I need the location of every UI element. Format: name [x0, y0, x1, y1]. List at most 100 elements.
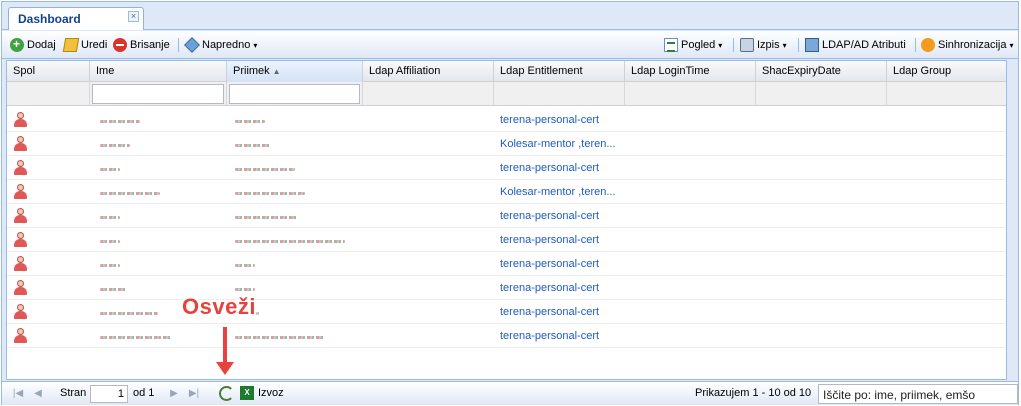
tab-label: Dashboard: [18, 12, 81, 26]
next-page-icon[interactable]: ▶: [168, 388, 180, 400]
redacted-text: [235, 192, 305, 195]
filter-cell: [494, 82, 625, 106]
annotation-label: Osveži: [182, 294, 256, 319]
column-header-ldap-group[interactable]: Ldap Group: [887, 61, 1007, 82]
print-label: Izpis: [757, 39, 780, 51]
ime-filter-input[interactable]: [92, 84, 224, 104]
toolbar-separator: [798, 38, 799, 52]
spol-cell: [7, 180, 90, 203]
chevron-down-icon: ▾: [782, 40, 787, 50]
redacted-text: [100, 264, 120, 267]
edit-button[interactable]: Uredi: [62, 37, 108, 53]
entitlement-cell[interactable]: terena-personal-cert: [494, 324, 625, 347]
printer-icon: [740, 38, 754, 52]
filter-cell: [7, 82, 90, 106]
dashboard-panel: Dashboard × Dodaj Uredi Brisanje Napredn…: [1, 1, 1019, 405]
female-user-icon: [14, 280, 27, 295]
column-header-spol[interactable]: Spol: [7, 61, 90, 82]
column-header-ldap-logintime[interactable]: Ldap LoginTime: [625, 61, 756, 82]
redacted-text: [235, 120, 265, 123]
table-row[interactable]: Kolesar-mentor ,teren...: [7, 132, 1006, 156]
refresh-icon[interactable]: [219, 386, 234, 401]
ldap-icon: [805, 38, 819, 52]
view-button[interactable]: Pogled ▾: [664, 37, 722, 53]
print-button[interactable]: Izpis ▾: [740, 37, 787, 53]
column-header-priimek[interactable]: Priimek ▲: [227, 61, 363, 82]
redacted-text: [235, 144, 271, 147]
entitlement-cell[interactable]: terena-personal-cert: [494, 300, 625, 323]
redacted-text: [100, 312, 158, 315]
close-icon[interactable]: ×: [128, 11, 139, 22]
filter-row: [7, 82, 1006, 106]
column-header-ime[interactable]: Ime: [90, 61, 227, 82]
excel-icon[interactable]: X: [240, 386, 254, 400]
view-label: Pogled: [681, 39, 716, 51]
entitlement-cell[interactable]: terena-personal-cert: [494, 252, 625, 275]
entitlement-cell[interactable]: terena-personal-cert: [494, 228, 625, 251]
advanced-button[interactable]: Napredno ▾: [184, 37, 257, 53]
users-grid: Spol Ime Priimek ▲ Ldap Affiliation Ldap …: [6, 60, 1007, 380]
sync-button[interactable]: Sinhronizacija ▾: [921, 37, 1014, 53]
table-row[interactable]: terena-personal-cert: [7, 324, 1006, 348]
priimek-cell: [227, 156, 363, 179]
redacted-text: [100, 144, 130, 147]
table-row[interactable]: terena-personal-cert: [7, 108, 1006, 132]
ldap-attributes-button[interactable]: LDAP/AD Atributi: [805, 37, 906, 53]
add-button[interactable]: Dodaj: [10, 37, 56, 53]
redacted-text: [235, 168, 295, 171]
paging-status: Prikazujem 1 - 10 od 10: [695, 387, 812, 399]
redacted-text: [235, 240, 345, 243]
redacted-text: [100, 240, 120, 243]
add-label: Dodaj: [27, 39, 56, 51]
entitlement-cell[interactable]: terena-personal-cert: [494, 108, 625, 131]
filter-cell: [625, 82, 756, 106]
female-user-icon: [14, 232, 27, 247]
redacted-text: [100, 120, 140, 123]
grid-header: Spol Ime Priimek ▲ Ldap Affiliation Ldap …: [7, 61, 1006, 82]
redacted-text: [235, 336, 325, 339]
page-number-input[interactable]: 1: [90, 385, 128, 403]
column-header-shac-expiry-date[interactable]: ShacExpiryDate: [756, 61, 887, 82]
entitlement-cell[interactable]: terena-personal-cert: [494, 204, 625, 227]
delete-button[interactable]: Brisanje: [113, 37, 170, 53]
redacted-text: [100, 288, 126, 291]
table-row[interactable]: terena-personal-cert: [7, 300, 1006, 324]
first-page-icon[interactable]: |◀: [12, 388, 24, 400]
view-icon: [664, 38, 678, 52]
column-header-ldap-entitlement[interactable]: Ldap Entitlement: [494, 61, 625, 82]
ime-cell: [90, 108, 227, 131]
filter-cell: [363, 82, 494, 106]
table-row[interactable]: terena-personal-cert: [7, 276, 1006, 300]
export-button[interactable]: Izvoz: [258, 387, 284, 399]
toolbar-separator: [733, 38, 734, 52]
entitlement-cell[interactable]: Kolesar-mentor ,teren...: [494, 180, 625, 203]
column-header-ldap-affiliation[interactable]: Ldap Affiliation: [363, 61, 494, 82]
spol-cell: [7, 324, 90, 347]
ime-cell: [90, 252, 227, 275]
last-page-icon[interactable]: ▶|: [188, 388, 200, 400]
entitlement-cell[interactable]: terena-personal-cert: [494, 156, 625, 179]
prev-page-icon[interactable]: ◀: [32, 388, 44, 400]
table-row[interactable]: Kolesar-mentor ,teren...: [7, 180, 1006, 204]
table-row[interactable]: terena-personal-cert: [7, 156, 1006, 180]
spol-cell: [7, 252, 90, 275]
table-row[interactable]: terena-personal-cert: [7, 252, 1006, 276]
ime-cell: [90, 324, 227, 347]
priimek-cell: [227, 252, 363, 275]
annotation-arrow: [223, 327, 227, 365]
chevron-down-icon: ▾: [1009, 40, 1014, 50]
delete-icon: [113, 38, 127, 52]
priimek-cell: [227, 180, 363, 203]
table-row[interactable]: terena-personal-cert: [7, 228, 1006, 252]
edit-label: Uredi: [81, 39, 108, 51]
priimek-cell: [227, 228, 363, 251]
table-row[interactable]: terena-personal-cert: [7, 204, 1006, 228]
advanced-icon: [184, 37, 200, 53]
female-user-icon: [14, 112, 27, 127]
tab-dashboard[interactable]: Dashboard ×: [8, 7, 144, 30]
entitlement-cell[interactable]: terena-personal-cert: [494, 276, 625, 299]
priimek-filter-input[interactable]: [229, 84, 360, 104]
entitlement-cell[interactable]: Kolesar-mentor ,teren...: [494, 132, 625, 155]
ime-cell: [90, 132, 227, 155]
search-input[interactable]: Iščite po: ime, priimek, emšo: [818, 384, 1018, 404]
